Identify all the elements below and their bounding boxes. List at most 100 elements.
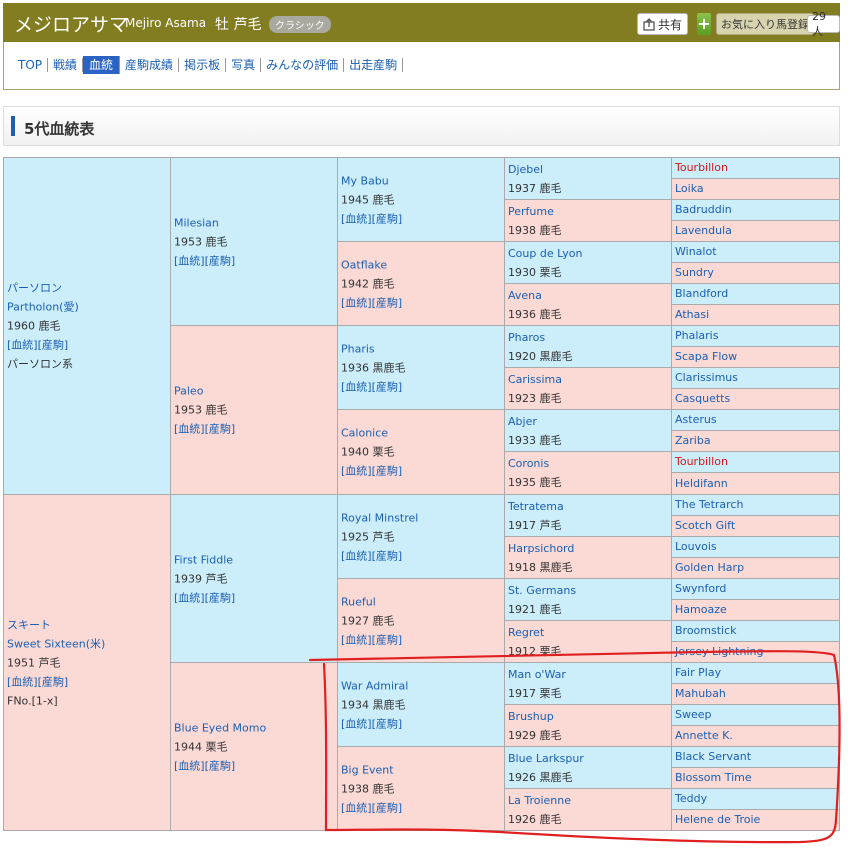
horse-name-link[interactable]: Tourbillon: [675, 452, 837, 472]
horse-name-link[interactable]: Mahubah: [675, 684, 837, 704]
add-icon[interactable]: +: [697, 13, 711, 35]
horse-name-link[interactable]: Sweep: [675, 705, 837, 725]
progeny-link[interactable]: [産駒]: [372, 717, 403, 730]
horse-name-link[interactable]: First Fiddle: [174, 550, 335, 569]
horse-name-link[interactable]: Pharos: [508, 328, 669, 347]
pedigree-link[interactable]: [血統]: [341, 296, 372, 309]
progeny-link[interactable]: [産駒]: [372, 380, 403, 393]
progeny-link[interactable]: [産駒]: [38, 675, 69, 688]
horse-name-link[interactable]: Heldifann: [675, 474, 837, 494]
horse-name-link[interactable]: St. Germans: [508, 581, 669, 600]
horse-name-link[interactable]: Golden Harp: [675, 558, 837, 578]
horse-name-link[interactable]: War Admiral: [341, 676, 502, 695]
horse-name-link[interactable]: Sundry: [675, 263, 837, 283]
horse-name-link[interactable]: Paleo: [174, 382, 335, 401]
horse-name-link[interactable]: Abjer: [508, 412, 669, 431]
horse-name-link[interactable]: Lavendula: [675, 221, 837, 241]
horse-name-link[interactable]: Fair Play: [675, 663, 837, 683]
horse-name-link[interactable]: Black Servant: [675, 747, 837, 767]
horse-name-link[interactable]: Athasi: [675, 305, 837, 325]
progeny-link[interactable]: [産駒]: [205, 423, 236, 436]
pedigree-link[interactable]: [血統]: [174, 759, 205, 772]
progeny-link[interactable]: [産駒]: [205, 591, 236, 604]
tab-4[interactable]: 掲示板: [179, 58, 227, 72]
horse-name-link[interactable]: Royal Minstrel: [341, 508, 502, 527]
pedigree-link[interactable]: [血統]: [341, 380, 372, 393]
horse-name-en-link[interactable]: Sweet Sixteen(米): [7, 634, 168, 653]
horse-name-link[interactable]: Djebel: [508, 160, 669, 179]
progeny-link[interactable]: [産駒]: [372, 296, 403, 309]
pedigree-link[interactable]: [血統]: [7, 675, 38, 688]
progeny-link[interactable]: [産駒]: [372, 801, 403, 814]
horse-name-link[interactable]: Zariba: [675, 431, 837, 451]
pedigree-link[interactable]: [血統]: [341, 801, 372, 814]
horse-name-link[interactable]: The Tetrarch: [675, 495, 837, 515]
horse-name-link[interactable]: スキート: [7, 615, 168, 634]
pedigree-link[interactable]: [血統]: [174, 254, 205, 267]
tab-0[interactable]: TOP: [18, 58, 49, 72]
horse-name-link[interactable]: Scapa Flow: [675, 347, 837, 367]
horse-name-link[interactable]: Casquetts: [675, 389, 837, 409]
horse-name-link[interactable]: Jersey Lightning: [675, 642, 837, 662]
horse-name-link[interactable]: Blue Eyed Momo: [174, 718, 335, 737]
horse-name-link[interactable]: Milesian: [174, 213, 335, 232]
pedigree-link[interactable]: [血統]: [341, 633, 372, 646]
tab-5[interactable]: 写真: [226, 58, 262, 72]
progeny-link[interactable]: [産駒]: [372, 633, 403, 646]
share-button[interactable]: 共有: [637, 13, 689, 35]
tab-6[interactable]: みんなの評価: [261, 58, 345, 72]
horse-name-link[interactable]: Helene de Troie: [675, 810, 837, 830]
pedigree-link[interactable]: [血統]: [341, 212, 372, 225]
horse-name-link[interactable]: Blue Larkspur: [508, 749, 669, 768]
pedigree-link[interactable]: [血統]: [341, 717, 372, 730]
progeny-link[interactable]: [産駒]: [372, 549, 403, 562]
favorite-register-button[interactable]: お気に入り馬登録: [716, 13, 814, 35]
tab-7[interactable]: 出走産駒: [344, 58, 404, 72]
pedigree-link[interactable]: [血統]: [174, 591, 205, 604]
pedigree-link[interactable]: [血統]: [7, 339, 38, 352]
horse-name-link[interactable]: Broomstick: [675, 621, 837, 641]
horse-name-link[interactable]: Regret: [508, 623, 669, 642]
horse-name-link[interactable]: My Babu: [341, 171, 502, 190]
horse-name-link[interactable]: パーソロン: [7, 279, 168, 298]
horse-name-link[interactable]: Blandford: [675, 284, 837, 304]
progeny-link[interactable]: [産駒]: [38, 339, 69, 352]
horse-name-link[interactable]: Clarissimus: [675, 368, 837, 388]
horse-name-link[interactable]: Scotch Gift: [675, 516, 837, 536]
horse-name-link[interactable]: Phalaris: [675, 326, 837, 346]
progeny-link[interactable]: [産駒]: [372, 465, 403, 478]
tab-1[interactable]: 戦績: [48, 58, 84, 72]
horse-name-link[interactable]: Hamoaze: [675, 600, 837, 620]
horse-name-link[interactable]: Badruddin: [675, 200, 837, 220]
progeny-link[interactable]: [産駒]: [205, 254, 236, 267]
horse-name-link[interactable]: La Troienne: [508, 791, 669, 810]
tab-3[interactable]: 産駒成績: [120, 58, 180, 72]
horse-name-link[interactable]: Pharis: [341, 339, 502, 358]
horse-name-link[interactable]: Perfume: [508, 202, 669, 221]
horse-name-link[interactable]: Winalot: [675, 242, 837, 262]
horse-name-link[interactable]: Louvois: [675, 537, 837, 557]
progeny-link[interactable]: [産駒]: [205, 759, 236, 772]
horse-name-link[interactable]: Blossom Time: [675, 768, 837, 788]
horse-name-link[interactable]: Tetratema: [508, 497, 669, 516]
horse-name-link[interactable]: Big Event: [341, 760, 502, 779]
horse-name-link[interactable]: Brushup: [508, 707, 669, 726]
pedigree-link[interactable]: [血統]: [174, 423, 205, 436]
horse-name-en-link[interactable]: Partholon(愛): [7, 298, 168, 317]
progeny-link[interactable]: [産駒]: [372, 212, 403, 225]
horse-name-link[interactable]: Swynford: [675, 579, 837, 599]
horse-name-link[interactable]: Oatflake: [341, 255, 502, 274]
tab-2[interactable]: 血統: [83, 56, 121, 74]
horse-name-link[interactable]: Asterus: [675, 410, 837, 430]
horse-name-link[interactable]: Calonice: [341, 424, 502, 443]
horse-name-link[interactable]: Man o'War: [508, 665, 669, 684]
horse-name-link[interactable]: Teddy: [675, 789, 837, 809]
horse-name-link[interactable]: Coronis: [508, 454, 669, 473]
horse-name-link[interactable]: Avena: [508, 286, 669, 305]
horse-name-link[interactable]: Loika: [675, 179, 837, 199]
pedigree-link[interactable]: [血統]: [341, 549, 372, 562]
horse-name-link[interactable]: Carissima: [508, 370, 669, 389]
horse-name-link[interactable]: Tourbillon: [675, 158, 837, 178]
horse-name-link[interactable]: Annette K.: [675, 726, 837, 746]
horse-name-link[interactable]: Rueful: [341, 592, 502, 611]
